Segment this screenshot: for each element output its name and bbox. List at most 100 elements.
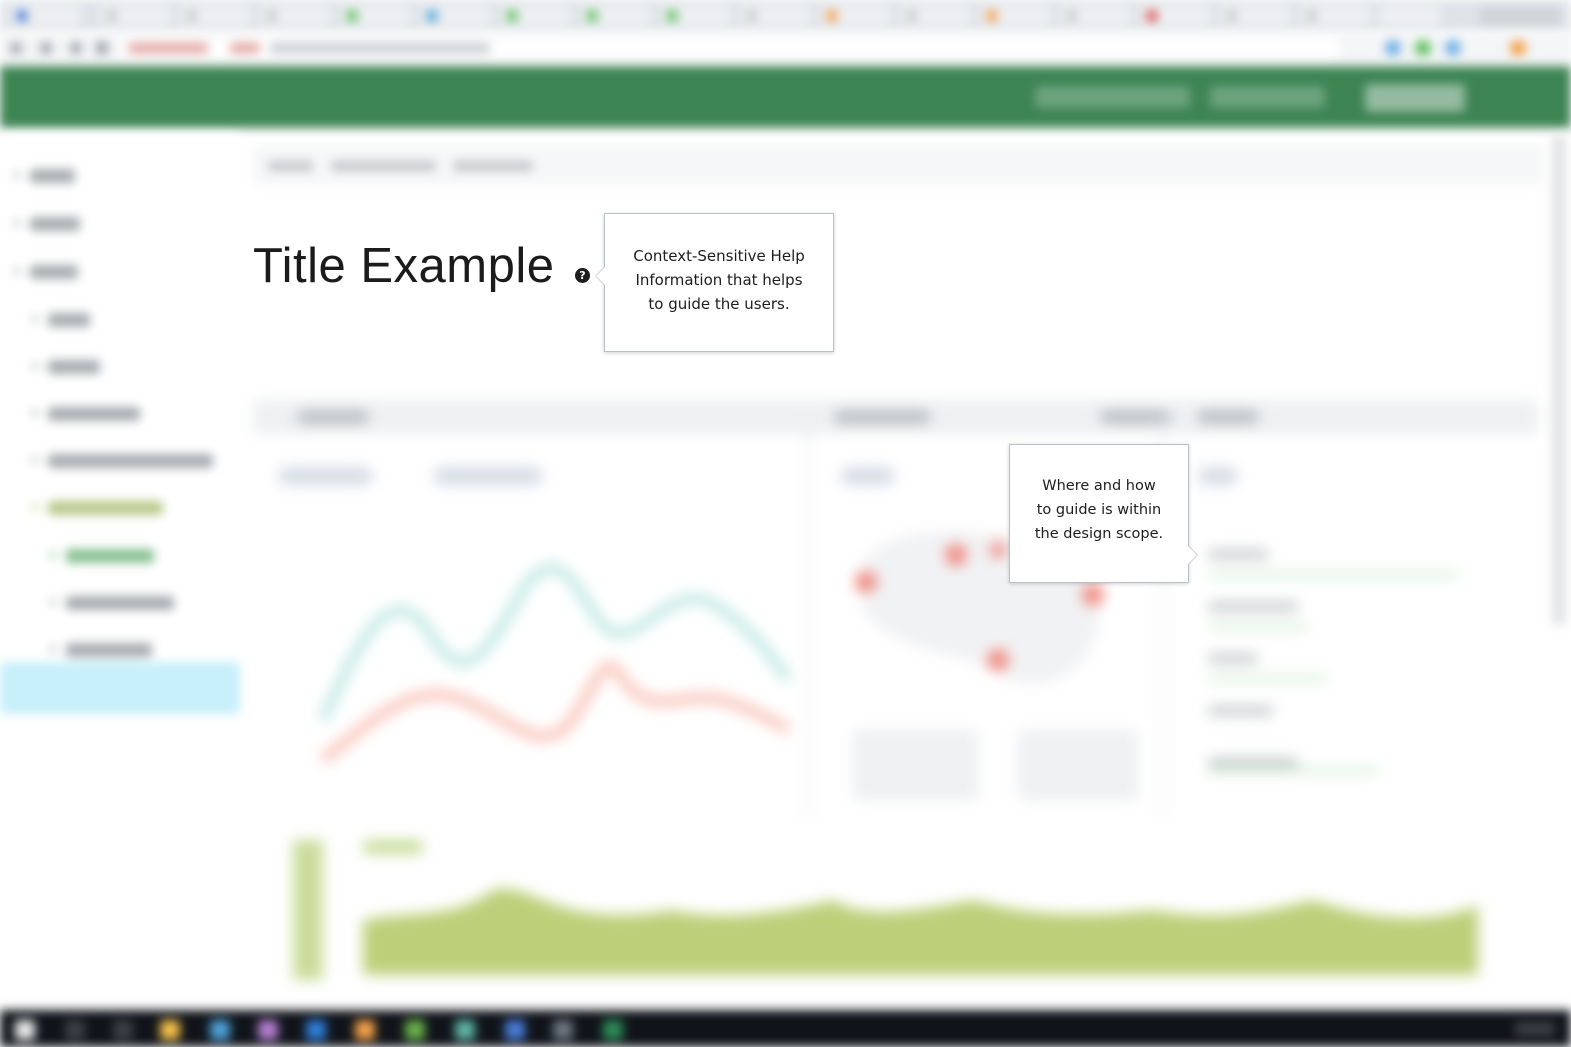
browser-tab[interactable] — [10, 6, 80, 26]
back-icon[interactable] — [10, 42, 22, 54]
tooltip-line: Context-Sensitive Help — [633, 247, 805, 265]
profile-icon[interactable] — [1510, 40, 1526, 56]
extension-icon[interactable] — [1415, 40, 1431, 56]
app-icon[interactable] — [306, 1020, 326, 1040]
system-clock[interactable] — [1515, 1022, 1555, 1036]
url-scheme — [230, 43, 260, 53]
app-icon[interactable] — [505, 1020, 525, 1040]
question-circle-icon[interactable]: ? — [575, 268, 590, 283]
forward-icon[interactable] — [40, 42, 52, 54]
reload-icon[interactable] — [70, 42, 82, 54]
tab-favicon-icon — [506, 10, 518, 22]
app-icon[interactable] — [455, 1020, 475, 1040]
area-chart-ylabel — [293, 840, 323, 980]
browser-tab[interactable] — [900, 6, 970, 26]
tab-favicon-icon — [16, 10, 28, 22]
progress-bar — [1208, 624, 1308, 629]
browser-tab[interactable] — [500, 6, 570, 26]
sidebar-item-active[interactable] — [0, 662, 240, 714]
map-marker — [990, 542, 1006, 558]
sidebar-subitem[interactable] — [66, 596, 174, 610]
chrome-icon[interactable] — [405, 1020, 425, 1040]
app-header — [0, 66, 1571, 128]
sidebar-item[interactable] — [30, 169, 75, 183]
app-icon[interactable] — [603, 1020, 623, 1040]
chevron-right-icon — [50, 552, 56, 558]
browser-tab[interactable] — [420, 6, 490, 26]
browser-tab[interactable] — [1380, 6, 1440, 26]
sidebar-item[interactable] — [30, 265, 78, 279]
browser-tab[interactable] — [1300, 6, 1370, 26]
page-scrollbar[interactable] — [1552, 135, 1566, 625]
home-icon[interactable] — [96, 42, 108, 54]
app-icon[interactable] — [553, 1020, 573, 1040]
sidebar-subitem[interactable] — [48, 360, 100, 374]
sidebar — [0, 135, 240, 1005]
browser-tab[interactable] — [340, 6, 410, 26]
dashboard-background — [253, 400, 1538, 1000]
sidebar-subitem[interactable] — [48, 407, 140, 421]
progress-bar — [1208, 676, 1328, 681]
list-item-label — [1208, 550, 1268, 559]
browser-tab[interactable] — [180, 6, 250, 26]
chevron-down-icon — [14, 268, 20, 274]
extension-icon[interactable] — [1385, 40, 1401, 56]
dashboard-charts — [293, 410, 1478, 980]
header-action-button[interactable] — [1365, 84, 1465, 112]
sidebar-subitem[interactable] — [66, 643, 152, 657]
security-warning-icon — [128, 43, 208, 53]
browser-tab-strip — [0, 0, 1571, 32]
url-text — [270, 43, 490, 53]
breadcrumb-item — [453, 161, 533, 171]
sidebar-subitem[interactable] — [48, 313, 90, 327]
browser-tab[interactable] — [1060, 6, 1130, 26]
tab-favicon-icon — [1306, 10, 1318, 22]
window-controls[interactable] — [1480, 6, 1560, 26]
browser-tab[interactable] — [100, 6, 170, 26]
chevron-right-icon — [32, 457, 38, 463]
file-explorer-icon[interactable] — [160, 1020, 180, 1040]
browser-tab[interactable] — [580, 6, 650, 26]
tooltip-line: to guide the users. — [648, 295, 790, 313]
breadcrumb-item[interactable] — [268, 161, 313, 171]
list-item-label — [1208, 758, 1298, 767]
sidebar-item[interactable] — [30, 217, 80, 231]
sidebar-subitem[interactable] — [48, 454, 213, 468]
browser-tab[interactable] — [660, 6, 730, 26]
tab-favicon-icon — [746, 10, 758, 22]
browser-tab[interactable] — [1220, 6, 1290, 26]
breadcrumb-item[interactable] — [331, 161, 436, 171]
browser-tab[interactable] — [740, 6, 810, 26]
page-title: Title Example — [253, 239, 555, 293]
sidebar-subitem-expanded[interactable] — [48, 501, 163, 515]
browser-tab[interactable] — [260, 6, 330, 26]
task-view-icon[interactable] — [113, 1020, 133, 1040]
design-scope-tooltip: Where and how to guide is within the des… — [1009, 444, 1198, 583]
tooltip-line: the design scope. — [1034, 526, 1164, 542]
line-series-red — [319, 661, 791, 764]
tab-favicon-icon — [346, 10, 358, 22]
map-marker — [945, 544, 967, 566]
app-icon[interactable] — [210, 1020, 230, 1040]
os-taskbar — [0, 1010, 1571, 1047]
map-marker — [1082, 584, 1104, 606]
chevron-right-icon — [50, 599, 56, 605]
url-field[interactable] — [120, 38, 1340, 58]
header-menu-user-management[interactable] — [1035, 86, 1190, 108]
header-menu-account[interactable] — [1210, 86, 1325, 108]
start-icon[interactable] — [15, 1020, 35, 1040]
sidebar-subitem-active-label[interactable] — [66, 549, 154, 563]
search-icon[interactable] — [65, 1020, 85, 1040]
browser-tab[interactable] — [980, 6, 1050, 26]
chevron-down-icon — [32, 504, 38, 510]
app-icon[interactable] — [355, 1020, 375, 1040]
tab-favicon-icon — [986, 10, 998, 22]
tab-favicon-icon — [426, 10, 438, 22]
app-icon[interactable] — [258, 1020, 278, 1040]
browser-tab[interactable] — [1140, 6, 1210, 26]
map-legend — [853, 730, 978, 800]
extension-icon[interactable] — [1445, 40, 1461, 56]
tooltip-line: to guide is within — [1036, 502, 1162, 518]
tab-favicon-icon — [1226, 10, 1238, 22]
browser-tab[interactable] — [820, 6, 890, 26]
